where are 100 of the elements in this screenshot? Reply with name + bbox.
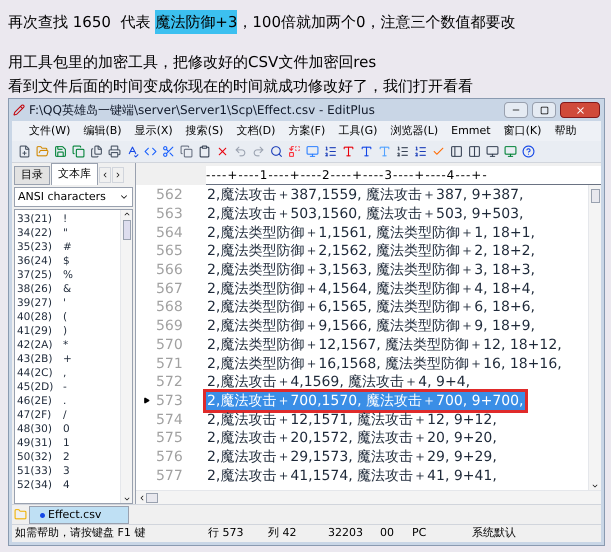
copy-icon[interactable] bbox=[180, 145, 193, 158]
app-icon bbox=[13, 104, 25, 116]
scrollbar[interactable] bbox=[120, 210, 132, 503]
menu-item[interactable]: 窗口(K) bbox=[498, 122, 548, 140]
spell-check-icon[interactable] bbox=[126, 145, 139, 158]
monitor-icon[interactable] bbox=[486, 145, 499, 158]
menu-item[interactable]: 浏览器(L) bbox=[384, 122, 444, 140]
font-icon[interactable] bbox=[342, 145, 355, 158]
line-number: 567 bbox=[156, 280, 184, 298]
character-glyph: + bbox=[63, 352, 72, 368]
line-number: 574 bbox=[156, 410, 184, 429]
close-button[interactable] bbox=[560, 102, 600, 118]
character-code: 45(2D) bbox=[17, 380, 54, 396]
numbers-icon[interactable] bbox=[414, 145, 427, 158]
character-code: 43(2B) bbox=[17, 352, 54, 368]
menu-item[interactable]: 文档(D) bbox=[230, 122, 282, 140]
search-icon[interactable] bbox=[270, 145, 283, 158]
scrollbar-thumb[interactable] bbox=[590, 189, 600, 203]
character-glyph: , bbox=[63, 366, 66, 382]
list-icon[interactable] bbox=[324, 145, 337, 158]
scrollbar-thumb[interactable] bbox=[146, 492, 158, 502]
code-line: 2,魔法攻击＋387,1559, 魔法攻击＋387, 9+387, bbox=[206, 186, 524, 204]
character-code: 47(2F) bbox=[17, 408, 52, 424]
help-icon[interactable] bbox=[522, 145, 535, 158]
panel-tab[interactable]: 目录 bbox=[14, 166, 50, 185]
status-text: 系统默认 bbox=[472, 525, 517, 542]
tab-scroll-left[interactable] bbox=[99, 167, 111, 183]
scroll-down-icon bbox=[591, 482, 599, 490]
character-glyph: # bbox=[63, 240, 72, 256]
character-glyph: ' bbox=[63, 296, 66, 312]
character-code: 37(25) bbox=[17, 268, 53, 284]
undo-icon[interactable] bbox=[234, 145, 247, 158]
tab-scroll-right[interactable] bbox=[112, 167, 124, 183]
menu-item[interactable]: 搜索(S) bbox=[180, 122, 230, 140]
chevron-right-icon bbox=[114, 171, 122, 179]
menu-item[interactable]: 方案(F) bbox=[282, 122, 332, 140]
status-text: 00 bbox=[380, 525, 395, 542]
code-line: 2,魔法类型防御＋12,1567, 魔法类型防御＋12, 18+12, bbox=[206, 336, 563, 354]
line-number: 563 bbox=[156, 205, 184, 224]
line-number: 571 bbox=[156, 354, 184, 373]
files-icon[interactable] bbox=[90, 145, 103, 158]
character-glyph: $ bbox=[63, 254, 70, 270]
maximize-icon bbox=[540, 106, 548, 114]
character-set-dropdown[interactable]: ANSI characters bbox=[14, 187, 133, 207]
character-code: 52(34) bbox=[17, 478, 53, 494]
new-file-icon[interactable] bbox=[18, 145, 31, 158]
character-glyph: 2 bbox=[63, 450, 70, 466]
line-number: 562 bbox=[156, 186, 184, 204]
line-number: 573 bbox=[156, 392, 184, 410]
folder-icon[interactable] bbox=[36, 145, 49, 158]
menu-item[interactable]: Emmet bbox=[445, 122, 497, 140]
maximize-button[interactable] bbox=[532, 102, 556, 118]
save-icon[interactable] bbox=[54, 145, 67, 158]
character-glyph: % bbox=[63, 268, 73, 284]
line-number: 575 bbox=[156, 429, 184, 448]
vertical-scrollbar[interactable] bbox=[588, 185, 601, 490]
status-text: 如需帮助，请按键盘 F1 键 bbox=[14, 525, 146, 542]
character-code: 39(27) bbox=[17, 296, 53, 312]
code-line: 2,魔法类型防御＋2,1562, 魔法类型防御＋2, 18+2, bbox=[206, 242, 536, 260]
line-number: 572 bbox=[156, 373, 184, 392]
code-line: 2,魔法类型防御＋9,1566, 魔法类型防御＋9, 18+9, bbox=[206, 317, 536, 336]
character-glyph: * bbox=[63, 338, 68, 354]
code-line: 2,魔法类型防御＋16,1568, 魔法类型防御＋16, 18+16, bbox=[206, 354, 563, 373]
horizontal-scrollbar[interactable] bbox=[136, 490, 601, 504]
copy-icon[interactable] bbox=[72, 145, 85, 158]
character-glyph: / bbox=[63, 408, 67, 424]
line-number: 566 bbox=[156, 261, 184, 280]
code-line: 2,魔法类型防御＋6,1565, 魔法类型防御＋6, 18+6, bbox=[206, 298, 536, 316]
panel-tab[interactable]: 文本库 bbox=[51, 163, 98, 185]
intro-text: 用工具包里的加密工具，把修改好的CSV文件加密回res bbox=[8, 52, 376, 73]
scrollbar-thumb[interactable] bbox=[122, 220, 130, 240]
redo-icon[interactable] bbox=[252, 145, 265, 158]
intro-text: 再次查找 1650 代表 bbox=[8, 12, 152, 33]
menu-item[interactable]: 文件(W) bbox=[23, 122, 76, 140]
character-glyph: 4 bbox=[63, 478, 70, 494]
line-numbers-icon[interactable] bbox=[396, 145, 409, 158]
delete-icon[interactable] bbox=[216, 145, 229, 158]
status-text: 32203 bbox=[328, 525, 364, 542]
printer-icon[interactable] bbox=[108, 145, 121, 158]
document-tab[interactable]: Effect.csv bbox=[29, 506, 129, 524]
intro-text: ，100倍就加两个0，注意三个数值都要改 bbox=[237, 12, 516, 33]
column-ruler: ----+----1----+----2----+----3----+----4---+- bbox=[206, 166, 601, 185]
menu-item[interactable]: 帮助 bbox=[548, 122, 582, 140]
line-number: 577 bbox=[156, 466, 184, 485]
scroll-down-icon bbox=[122, 495, 130, 503]
character-glyph: 3 bbox=[63, 464, 70, 480]
close-icon bbox=[574, 104, 586, 116]
code-icon[interactable] bbox=[144, 145, 157, 158]
panel-icon[interactable] bbox=[450, 145, 463, 158]
scroll-up-icon bbox=[122, 210, 130, 218]
character-glyph: ) bbox=[63, 324, 68, 340]
character-code: 40(28) bbox=[17, 310, 53, 326]
clipboard-icon[interactable] bbox=[198, 145, 211, 158]
code-line: 2,魔法攻击＋20,1572, 魔法攻击＋20, 9+20, bbox=[206, 429, 498, 448]
columns-icon[interactable] bbox=[468, 145, 481, 158]
menu-item[interactable]: 工具(G) bbox=[332, 122, 384, 140]
menu-item[interactable]: 编辑(B) bbox=[77, 122, 128, 140]
scissors-icon[interactable] bbox=[162, 145, 175, 158]
menu-item[interactable]: 显示(X) bbox=[128, 122, 179, 140]
font-icon[interactable] bbox=[360, 145, 373, 158]
